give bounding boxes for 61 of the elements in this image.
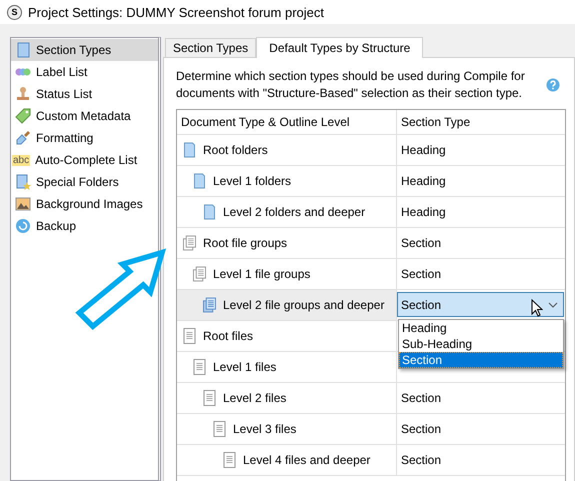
file-icon	[183, 328, 196, 344]
file-icon	[203, 390, 216, 406]
star-document-icon	[15, 174, 31, 190]
image-icon	[15, 196, 31, 212]
file-group-icon	[203, 297, 216, 313]
sidebar-item[interactable]: Custom Metadata	[11, 105, 158, 127]
sidebar-item[interactable]: Backup	[11, 215, 158, 237]
app-logo-icon: S	[7, 4, 22, 20]
table-cell[interactable]: Root files	[177, 321, 397, 351]
sidebar-item[interactable]: Section Types	[11, 39, 158, 61]
column-header: Document Type & Outline Level	[177, 110, 397, 134]
file-icon	[193, 359, 206, 375]
column-header: Section Type	[400, 114, 472, 131]
table-cell: Section	[401, 236, 442, 250]
sidebar-item[interactable]: Label List	[11, 61, 158, 83]
file-icon	[223, 452, 236, 468]
tab[interactable]: Default Types by Structure	[256, 37, 424, 58]
table-cell[interactable]: Level 2 file groups and deeper	[177, 290, 397, 320]
sidebar-item[interactable]: abc Auto-Complete List	[11, 149, 158, 171]
table-cell[interactable]: Level 1 folders	[177, 166, 397, 196]
table-cell: Heading	[401, 143, 446, 157]
chevron-down-icon	[548, 302, 558, 308]
table-cell[interactable]: Root folders	[177, 135, 397, 165]
dropdown-option[interactable]: Sub-Heading	[399, 336, 563, 352]
folder-document-icon	[193, 173, 206, 189]
folder-document-icon	[203, 204, 216, 220]
table-cell[interactable]: Level 3 files	[177, 414, 397, 444]
document-icon	[15, 42, 31, 58]
table-cell: Section	[401, 453, 442, 467]
brush-icon	[15, 130, 31, 146]
folder-document-icon	[183, 142, 196, 158]
refresh-icon	[15, 218, 31, 234]
table-cell[interactable]: Level 2 folders and deeper	[177, 197, 397, 227]
sidebar-item[interactable]: Formatting	[11, 127, 158, 149]
tag-icon	[15, 108, 31, 124]
file-icon	[213, 421, 226, 437]
table-cell[interactable]: Root file groups	[177, 228, 397, 258]
table-cell: Heading	[401, 174, 446, 188]
sidebar-item[interactable]: Background Images	[11, 193, 158, 215]
table-cell[interactable]: Level 1 files	[177, 352, 397, 382]
table-cell: Section	[401, 422, 442, 436]
tab[interactable]: Section Types	[165, 38, 256, 57]
dropdown-option[interactable]: Heading	[399, 320, 563, 336]
table-cell[interactable]: Level 1 file groups	[177, 259, 397, 289]
help-icon[interactable]	[546, 78, 560, 92]
window-title: Project Settings: DUMMY Screenshot forum project	[28, 4, 324, 20]
file-group-icon	[183, 235, 196, 251]
table-cell: Section	[401, 267, 442, 281]
section-type-dropdown[interactable]: Section	[397, 292, 564, 317]
mouse-pointer-icon	[531, 298, 543, 316]
table-cell[interactable]: Level 2 files	[177, 383, 397, 413]
dropdown-option[interactable]: Section	[399, 352, 563, 368]
abc-icon: abc	[12, 154, 30, 166]
sidebar-item[interactable]: Special Folders	[11, 171, 158, 193]
stamp-icon	[15, 86, 31, 102]
description-text: Determine which section types should be used during Compile for documents with "Structure-Based" selection as their section type.	[176, 68, 526, 102]
sidebar-item[interactable]: Status List	[11, 83, 158, 105]
table-cell: Section	[401, 391, 442, 405]
table-cell: Heading	[401, 205, 446, 219]
table-cell[interactable]: Level 4 files and deeper	[177, 445, 397, 475]
file-group-icon	[193, 266, 206, 282]
